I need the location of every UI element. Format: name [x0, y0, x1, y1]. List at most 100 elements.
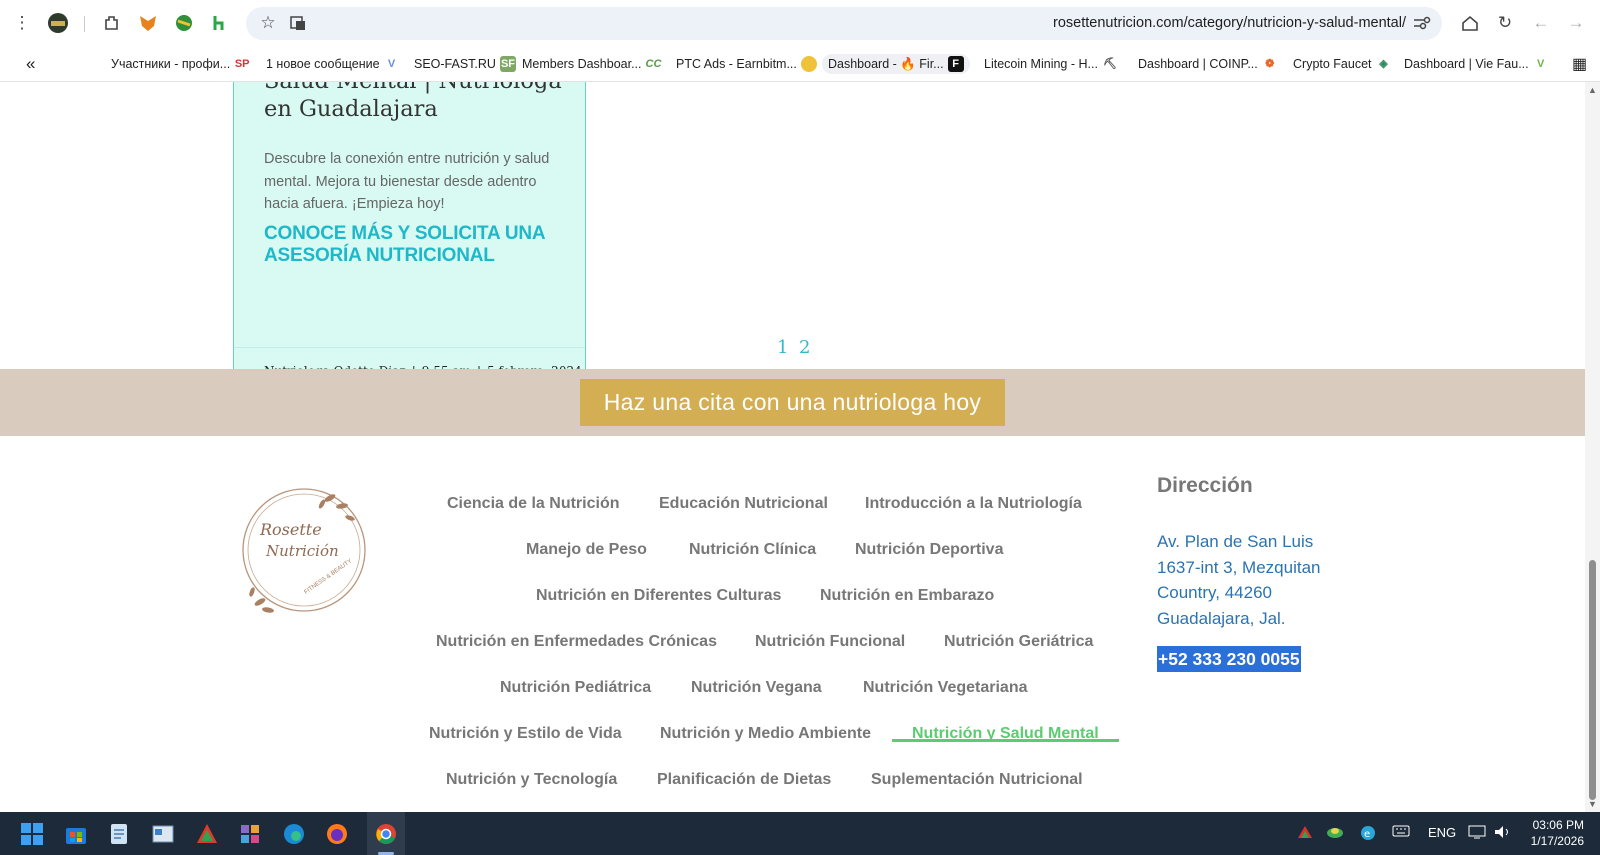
- control-panel-icon[interactable]: [149, 820, 177, 848]
- windows-start-icon[interactable]: [18, 820, 46, 848]
- category-link[interactable]: Nutrición en Diferentes Culturas: [536, 587, 781, 605]
- category-link[interactable]: Educación Nutricional: [659, 495, 828, 513]
- category-link[interactable]: Nutrición Deportiva: [855, 541, 1003, 559]
- address-bar[interactable]: ☆ rosettenutricion.com/category/nutricio…: [246, 7, 1442, 40]
- browser-toolbar: ⋮ ☆ rosettenutricion.com/category/nutric…: [0, 0, 1600, 46]
- logo-text-line1: Rosette: [260, 520, 322, 539]
- extensions-icon[interactable]: [100, 11, 124, 35]
- category-link[interactable]: Nutrición Vegana: [691, 679, 822, 697]
- input-language[interactable]: ENG: [1428, 825, 1456, 840]
- clock-time: 03:06 PM: [1532, 818, 1584, 832]
- metamask-fox-icon[interactable]: [136, 11, 160, 35]
- media-app-icon[interactable]: [193, 820, 221, 848]
- cc-favicon-icon: CC: [645, 58, 662, 70]
- web-page: Salud Mental | Nutrióloga en Guadalajara…: [0, 82, 1585, 812]
- f-favicon-icon: F: [947, 56, 964, 72]
- svg-text:e: e: [1364, 829, 1370, 840]
- url-text[interactable]: rosettenutricion.com/category/nutricion-…: [1053, 15, 1406, 31]
- post-read-more-link[interactable]: CONOCE MÁS Y SOLICITA UNA ASESORÍA NUTRI…: [264, 223, 574, 267]
- v-favicon-icon: V: [387, 58, 396, 70]
- post-title[interactable]: Salud Mental | Nutrióloga en Guadalajara: [264, 82, 564, 123]
- pagination-page-2[interactable]: 2: [799, 337, 810, 358]
- category-link[interactable]: Nutrición en Enfermedades Crónicas: [436, 633, 717, 651]
- phone-number[interactable]: +52 333 230 0055: [1157, 646, 1301, 672]
- keyboard-icon[interactable]: [1392, 825, 1410, 840]
- category-link[interactable]: Ciencia de la Nutrición: [447, 495, 619, 513]
- chrome-icon[interactable]: [372, 820, 400, 848]
- post-card[interactable]: Salud Mental | Nutrióloga en Guadalajara…: [233, 82, 586, 414]
- scroll-up-icon[interactable]: ▲: [1588, 85, 1597, 95]
- logo-text-line2: Nutrición: [266, 542, 339, 560]
- volume-icon[interactable]: [1494, 825, 1512, 842]
- scroll-down-icon[interactable]: ▼: [1588, 799, 1597, 809]
- sf-favicon-icon: SF: [499, 56, 516, 72]
- category-link[interactable]: Planificación de Dietas: [657, 771, 831, 789]
- tray-network-app-icon[interactable]: [1326, 825, 1344, 842]
- menu-dots-icon[interactable]: ⋮: [10, 11, 34, 35]
- address-heading: Dirección: [1157, 474, 1253, 497]
- category-link[interactable]: Nutrición Clínica: [689, 541, 816, 559]
- category-link[interactable]: Nutrición Funcional: [755, 633, 905, 651]
- home-icon[interactable]: [1458, 11, 1482, 35]
- bookmarks-bar: « Участники - профи... SP 1 новое сообщен…: [0, 46, 1600, 82]
- clock-date: 1/17/2026: [1530, 834, 1584, 848]
- bookmark-item[interactable]: SEO-FAST.RU SF: [414, 54, 516, 74]
- reload-icon[interactable]: ↻: [1493, 11, 1517, 35]
- bookmark-item[interactable]: 1 новое сообщение V: [266, 54, 400, 74]
- toolbar-divider: [84, 16, 85, 32]
- tray-app-icon[interactable]: [1297, 825, 1313, 842]
- tray-e-app-icon[interactable]: e: [1360, 825, 1376, 844]
- bookmark-star-icon[interactable]: ☆: [256, 11, 280, 35]
- bookmark-item[interactable]: Dashboard | COINP... ❁: [1138, 54, 1278, 74]
- category-link[interactable]: Manejo de Peso: [526, 541, 647, 559]
- notepad-icon[interactable]: [105, 820, 133, 848]
- category-link[interactable]: Nutrición en Embarazo: [820, 587, 994, 605]
- category-link[interactable]: Nutrición Vegetariana: [863, 679, 1028, 697]
- bookmark-item[interactable]: Crypto Faucet ◈: [1293, 54, 1392, 74]
- globe-extension-icon[interactable]: [172, 11, 196, 35]
- bookmark-item[interactable]: Litecoin Mining - H... ⛏: [984, 54, 1118, 74]
- category-link[interactable]: Nutrición y Tecnología: [446, 771, 617, 789]
- active-category-underline: [892, 739, 1119, 742]
- store-icon[interactable]: [62, 820, 90, 848]
- address-line[interactable]: Guadalajara, Jal.: [1157, 609, 1377, 629]
- network-icon[interactable]: [1468, 825, 1486, 842]
- firefox-icon[interactable]: [323, 820, 351, 848]
- profile-avatar[interactable]: [46, 11, 70, 35]
- book-appointment-button[interactable]: Haz una cita con una nutriologa hoy: [580, 379, 1005, 426]
- translate-icon[interactable]: [286, 11, 310, 35]
- category-link[interactable]: Nutrición y Medio Ambiente: [660, 725, 871, 743]
- back-arrow-icon[interactable]: ←: [1529, 11, 1553, 35]
- sp-favicon-icon: SP: [234, 58, 250, 70]
- category-link[interactable]: Introducción a la Nutriología: [865, 495, 1082, 513]
- scrollbar-thumb[interactable]: [1589, 560, 1596, 800]
- page-scrollbar[interactable]: ▲ ▼: [1585, 82, 1600, 812]
- site-settings-icon[interactable]: [1410, 11, 1434, 35]
- collapse-sidebar-icon[interactable]: «: [26, 54, 35, 74]
- vie-favicon-icon: V: [1536, 58, 1545, 70]
- category-link[interactable]: Suplementación Nutricional: [871, 771, 1083, 789]
- windows-taskbar: e ENG 03:06 PM 1/17/2026: [0, 812, 1600, 855]
- coin-favicon-icon: [800, 56, 817, 72]
- bookmark-item[interactable]: Members Dashboar... CC: [522, 54, 662, 74]
- mining-favicon-icon: ⛏: [1102, 58, 1117, 70]
- forward-arrow-icon[interactable]: →: [1564, 11, 1588, 35]
- address-line[interactable]: Av. Plan de San Luis: [1157, 532, 1377, 552]
- edge-browser-icon[interactable]: [280, 820, 308, 848]
- pagination-page-1[interactable]: 1: [777, 337, 788, 358]
- bookmark-item[interactable]: Dashboard - 🔥 Fir... F: [822, 54, 970, 74]
- post-excerpt: Descubre la conexión entre nutrición y s…: [264, 151, 550, 212]
- category-link[interactable]: Nutrición Pediátrica: [500, 679, 651, 697]
- bookmark-item[interactable]: Dashboard | Vie Fau... V: [1404, 54, 1549, 74]
- address-line[interactable]: 1637-int 3, Mezquitan: [1157, 558, 1377, 578]
- rosette-nutricion-logo[interactable]: Rosette Nutrición FITNESS & BEAUTY: [238, 484, 370, 616]
- category-link[interactable]: Nutrición Geriátrica: [944, 633, 1093, 651]
- bookmark-item[interactable]: PTC Ads - Earnbitm...: [676, 54, 817, 74]
- app-grid-icon[interactable]: [236, 820, 264, 848]
- address-line[interactable]: Country, 44260: [1157, 583, 1377, 603]
- all-bookmarks-icon[interactable]: ▦: [1572, 54, 1587, 74]
- system-clock[interactable]: 03:06 PM 1/17/2026: [1531, 817, 1584, 849]
- green-h-extension-icon[interactable]: [208, 11, 232, 35]
- bookmark-item[interactable]: Участники - профи... SP: [111, 54, 250, 74]
- category-link[interactable]: Nutrición y Estilo de Vida: [429, 725, 622, 743]
